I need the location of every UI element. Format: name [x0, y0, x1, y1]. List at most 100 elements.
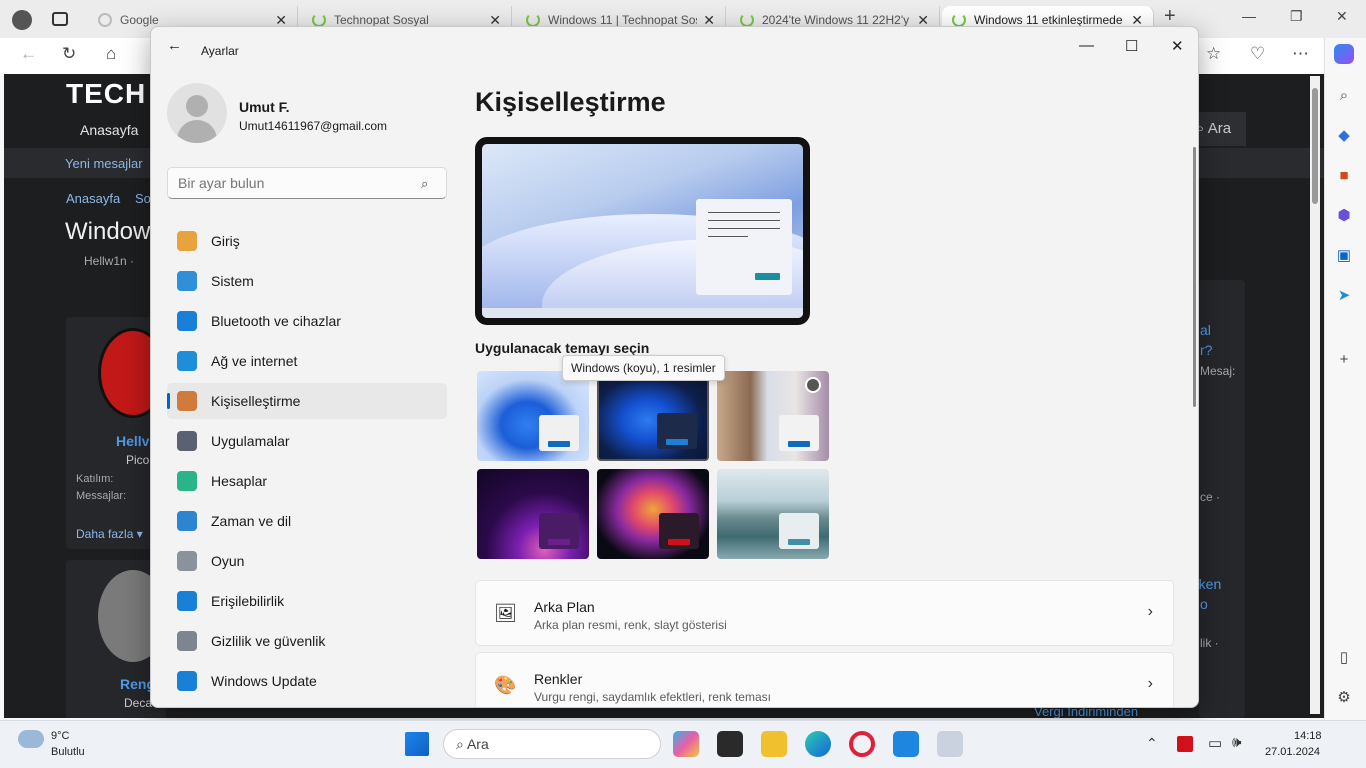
volume-icon[interactable]: 🕪 [1232, 734, 1241, 751]
settings-scrollbar[interactable] [1193, 147, 1196, 407]
tab-title: Windows 11 | Technopat Sos [548, 13, 698, 27]
sidebar-item-accessibility[interactable]: Erişilebilirlik [167, 583, 447, 619]
file-explorer-icon[interactable] [761, 731, 787, 757]
favorites-icon[interactable]: ☆ [1206, 44, 1221, 64]
clock-time[interactable]: 14:18 [1294, 730, 1322, 742]
shield-icon [177, 631, 197, 651]
send-icon[interactable]: ➤ [1334, 286, 1354, 306]
weather-text[interactable]: Bulutlu [51, 746, 85, 758]
new-tab-icon[interactable]: + [1164, 5, 1176, 28]
theme-sunrise[interactable] [717, 469, 829, 559]
card-subtitle: Vurgu rengi, saydamlık efektleri, renk t… [534, 690, 771, 704]
sidebar-item-apps[interactable]: Uygulamalar [167, 423, 447, 459]
theme-accent-swatch [548, 539, 570, 545]
background-card[interactable]: 🖼 Arka Plan Arka plan resmi, renk, slayt… [475, 580, 1174, 646]
heart-icon[interactable]: ♡ [1250, 44, 1265, 64]
home-icon[interactable]: ⌂ [106, 44, 116, 64]
edge-icon[interactable] [805, 731, 831, 757]
more-link[interactable]: Daha fazla ▾ [76, 527, 143, 541]
search-icon: ⌕ [421, 176, 429, 191]
sidebar-text: Mesaj: [1200, 364, 1236, 378]
close-icon[interactable]: ✕ [1171, 37, 1184, 55]
refresh-icon[interactable]: ↻ [62, 44, 76, 64]
weather-temp[interactable]: 9°C [51, 730, 69, 742]
add-icon[interactable]: + [1334, 350, 1354, 370]
sidebar-item-account[interactable]: Hesaplar [167, 463, 447, 499]
sidebar-item-clock-globe[interactable]: Zaman ve dil [167, 503, 447, 539]
back-icon[interactable]: ← [20, 44, 37, 64]
weather-icon[interactable] [18, 730, 44, 748]
page-title: Kişiselleştirme [475, 87, 666, 117]
profile-icon[interactable] [12, 10, 32, 30]
theme-windows-dark[interactable] [597, 371, 709, 461]
copilot-icon[interactable] [673, 731, 699, 757]
themes-label: Uygulanacak temayı seçin [475, 340, 650, 356]
tray-app-icon[interactable] [1177, 736, 1193, 752]
menu-home[interactable]: Anasayfa [80, 122, 138, 138]
tab-title: Windows 11 etkinleştirmede [974, 13, 1123, 27]
start-icon[interactable] [405, 732, 429, 756]
sidebar-item-shield[interactable]: Gizlilik ve güvenlik [167, 623, 447, 659]
avatar[interactable] [167, 83, 227, 143]
close-icon[interactable]: ✕ [1336, 8, 1348, 25]
breadcrumb-2[interactable]: So [135, 191, 151, 206]
technopat-icon [312, 13, 326, 27]
copilot-icon[interactable] [1334, 44, 1354, 64]
new-messages-link[interactable]: Yeni mesajlar [65, 156, 143, 171]
split-screen-icon[interactable]: ▯ [1334, 648, 1354, 668]
sidebar-item-home[interactable]: Giriş [167, 223, 447, 259]
theme-windows-light[interactable] [477, 371, 589, 461]
page-scroll-thumb[interactable] [1312, 88, 1318, 204]
sidebar-item-label: Ağ ve internet [211, 353, 298, 369]
sidebar-text: lik · [1200, 636, 1219, 650]
settings-icon[interactable]: ⚙ [1334, 688, 1354, 708]
tab-actions-icon[interactable] [52, 12, 68, 26]
tag-icon[interactable]: ◆ [1334, 126, 1354, 146]
user-name: Umut F. [239, 99, 290, 115]
maximize-icon[interactable]: ☐ [1125, 37, 1138, 55]
outlook-icon[interactable]: ▣ [1334, 246, 1354, 266]
theme-tooltip: Windows (koyu), 1 resimler [562, 355, 725, 381]
sidebar-item-bluetooth[interactable]: Bluetooth ve cihazlar [167, 303, 447, 339]
settings-search-input[interactable] [167, 167, 447, 199]
tools-icon[interactable]: ■ [1334, 166, 1354, 186]
colors-card[interactable]: 🎨 Renkler Vurgu rengi, saydamlık efektle… [475, 652, 1174, 707]
settings-taskbar-icon[interactable] [937, 731, 963, 757]
theme-glow[interactable] [477, 469, 589, 559]
search-icon[interactable]: ⌕ [1334, 86, 1354, 106]
sidebar-item-label: Zaman ve dil [211, 513, 292, 529]
accessibility-icon [177, 591, 197, 611]
technopat-icon [526, 13, 540, 27]
theme-flower[interactable] [717, 371, 829, 461]
opera-icon[interactable] [849, 731, 875, 757]
join-label: Katılım: [76, 473, 114, 485]
theme-accent-swatch [668, 539, 690, 545]
task-view-icon[interactable] [717, 731, 743, 757]
app-f-icon[interactable] [893, 731, 919, 757]
tab-title: Google [120, 13, 159, 27]
sidebar-item-system[interactable]: Sistem [167, 263, 447, 299]
chevron-up-icon[interactable]: ⌃ [1146, 735, 1158, 752]
user1-name[interactable]: Hellv [116, 433, 149, 449]
taskbar-search[interactable]: ⌕ Ara [443, 729, 661, 759]
image-icon: 🖼 [494, 603, 517, 623]
sidebar-text[interactable]: r? [1200, 342, 1212, 358]
sidebar-item-update[interactable]: Windows Update [167, 663, 447, 699]
sidebar-item-brush[interactable]: Kişiselleştirme [167, 383, 447, 419]
office-icon[interactable]: ⬢ [1334, 206, 1354, 226]
sidebar-text[interactable]: al [1200, 322, 1211, 338]
sidebar-text[interactable]: o [1200, 596, 1208, 612]
minimize-icon[interactable]: — [1242, 8, 1256, 24]
more-icon[interactable]: ⋯ [1292, 44, 1309, 64]
sidebar-item-label: Erişilebilirlik [211, 593, 285, 609]
thread-author[interactable]: Hellw1n · [84, 254, 134, 268]
sidebar-item-wifi[interactable]: Ağ ve internet [167, 343, 447, 379]
theme-captured-motion[interactable] [597, 469, 709, 559]
sidebar-item-gamepad[interactable]: Oyun [167, 543, 447, 579]
back-arrow-icon[interactable]: ← [167, 37, 182, 54]
restore-icon[interactable]: ❐ [1290, 8, 1303, 25]
minimize-icon[interactable]: — [1079, 37, 1094, 54]
network-icon[interactable]: ▭ [1208, 734, 1222, 752]
clock-date[interactable]: 27.01.2024 [1265, 746, 1320, 758]
breadcrumb-home[interactable]: Anasayfa [66, 191, 120, 206]
